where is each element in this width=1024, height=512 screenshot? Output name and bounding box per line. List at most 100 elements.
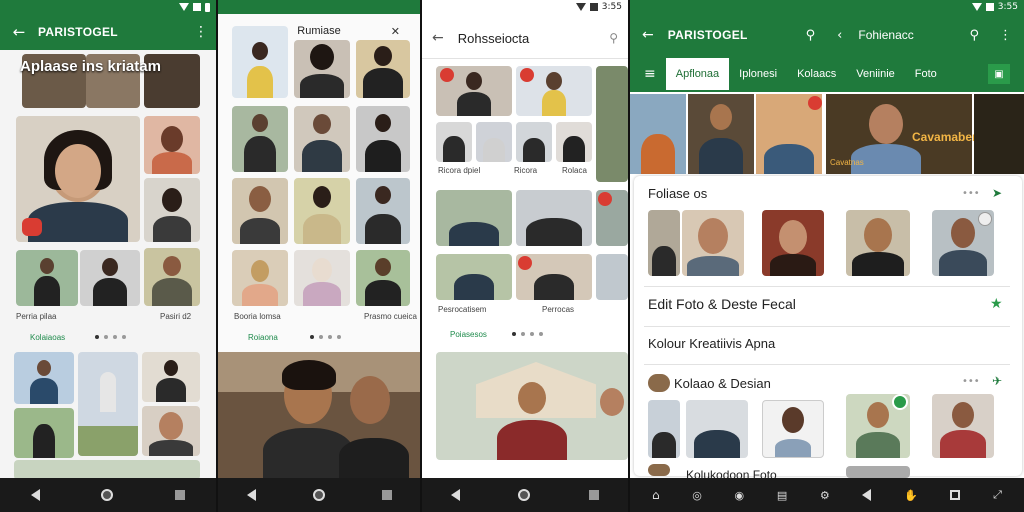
photo-banner[interactable] xyxy=(974,94,1024,174)
heart-badge-icon[interactable] xyxy=(598,192,612,206)
photo-thumb[interactable] xyxy=(294,250,350,306)
more-horiz-icon[interactable]: ••• xyxy=(962,376,980,387)
heart-badge-icon[interactable] xyxy=(808,96,822,110)
more-horiz-icon[interactable]: ••• xyxy=(962,188,980,199)
photo-thumb[interactable] xyxy=(556,122,592,162)
photo-thumb[interactable] xyxy=(516,122,552,162)
photo-thumb[interactable] xyxy=(648,400,680,458)
photo-thumb[interactable] xyxy=(294,40,350,98)
nav-recents-icon[interactable] xyxy=(588,490,599,500)
photo-featured[interactable] xyxy=(436,352,628,460)
heart-badge-icon[interactable] xyxy=(440,68,454,82)
photo-thumb[interactable] xyxy=(682,210,744,276)
gallery-tab-icon[interactable]: ◉ xyxy=(735,489,745,502)
tab-kolaacs[interactable]: Kolaacs xyxy=(787,58,846,90)
back-arrow-icon[interactable]: ← xyxy=(432,30,444,46)
photo-thumb[interactable] xyxy=(648,210,680,276)
photo-thumb[interactable] xyxy=(144,116,200,174)
photo-thumb[interactable] xyxy=(232,250,288,306)
link-more[interactable]: Poiasesos xyxy=(450,330,487,339)
photo-thumb[interactable] xyxy=(232,178,288,244)
nav-recents-icon[interactable] xyxy=(950,490,961,500)
tab-veniinie[interactable]: Veniinie xyxy=(846,58,905,90)
photo-banner[interactable] xyxy=(688,94,754,174)
photo-thumb[interactable] xyxy=(294,178,350,244)
photo-banner[interactable] xyxy=(630,94,686,174)
more-vert-icon[interactable]: ⋮ xyxy=(999,28,1012,43)
tab-iplonesi[interactable]: Iplonesi xyxy=(729,58,787,90)
photo-thumb[interactable] xyxy=(356,106,410,172)
photo-featured[interactable] xyxy=(218,352,420,478)
nav-back-icon[interactable] xyxy=(862,489,872,501)
photo-thumb[interactable] xyxy=(476,122,512,162)
photo-thumb[interactable] xyxy=(356,250,410,306)
select-indicator[interactable] xyxy=(978,212,992,226)
share-icon[interactable]: ✈ xyxy=(992,374,1002,388)
nav-back-icon[interactable] xyxy=(246,489,256,501)
back-arrow-icon[interactable]: ← xyxy=(8,23,30,41)
photo-thumb[interactable] xyxy=(232,26,288,98)
photo-thumb[interactable] xyxy=(14,408,74,458)
nav-recents-icon[interactable] xyxy=(175,490,186,500)
nav-recents-icon[interactable] xyxy=(381,490,392,500)
photo-thumb[interactable] xyxy=(846,466,910,478)
back-arrow-icon[interactable]: ← xyxy=(642,27,654,43)
home-tab-icon[interactable]: ⌂ xyxy=(652,488,660,502)
chevron-left-icon[interactable]: ‹ xyxy=(837,28,842,43)
expand-icon[interactable]: ⤢ xyxy=(993,488,1002,502)
nav-home-icon[interactable] xyxy=(518,489,531,501)
photo-thumb[interactable] xyxy=(78,352,138,456)
photo-thumb[interactable] xyxy=(686,400,748,458)
photo-thumb[interactable] xyxy=(436,190,512,246)
status-strip xyxy=(218,0,420,14)
share-icon[interactable]: ➤ xyxy=(992,186,1002,200)
photo-thumb[interactable] xyxy=(16,250,78,306)
nav-back-icon[interactable] xyxy=(451,489,461,501)
hand-icon[interactable]: ✋ xyxy=(904,489,918,502)
search-icon[interactable]: ⚲ xyxy=(969,28,979,43)
photo-thumb[interactable] xyxy=(144,248,200,306)
heart-badge-icon[interactable] xyxy=(518,256,532,270)
menu-icon[interactable]: ≡ xyxy=(644,66,656,82)
photo-thumb[interactable] xyxy=(356,40,410,98)
menu-row-edit-foto[interactable]: Edit Foto & Deste Fecal xyxy=(648,296,796,312)
camera-tab-icon[interactable]: ◎ xyxy=(692,489,702,502)
photo-thumb[interactable] xyxy=(846,210,910,276)
edit-tab-icon[interactable]: ▤ xyxy=(777,489,787,502)
photo-thumb[interactable] xyxy=(436,122,472,162)
photo-thumb[interactable] xyxy=(356,178,410,244)
photo-thumb[interactable] xyxy=(516,190,592,246)
heart-badge-icon[interactable] xyxy=(22,218,42,236)
search-icon[interactable]: ⚲ xyxy=(609,31,618,45)
link-more[interactable]: Roiaona xyxy=(248,333,278,342)
check-badge-icon[interactable] xyxy=(892,394,908,410)
photo-thumb[interactable] xyxy=(762,210,824,276)
menu-row-kolour[interactable]: Kolour Kreatiivis Apna xyxy=(648,336,775,351)
close-icon[interactable]: ✕ xyxy=(391,25,400,38)
settings-tab-icon[interactable]: ⚙ xyxy=(820,489,830,502)
photo-thumb[interactable] xyxy=(596,66,628,182)
photo-thumb[interactable] xyxy=(596,254,628,300)
nav-home-icon[interactable] xyxy=(312,489,325,501)
photo-thumb[interactable] xyxy=(762,400,824,458)
photo-thumb[interactable] xyxy=(232,106,288,172)
gallery-icon[interactable]: ▣ xyxy=(988,64,1010,84)
photo-thumb[interactable] xyxy=(144,178,200,242)
tab-foto[interactable]: Foto xyxy=(905,58,947,90)
link-more[interactable]: Kolaiaoas xyxy=(30,333,65,342)
photo-thumb[interactable] xyxy=(14,460,200,480)
nav-home-icon[interactable] xyxy=(101,489,114,501)
photo-thumb[interactable] xyxy=(294,106,350,172)
nav-back-icon[interactable] xyxy=(30,489,40,501)
photo-thumb[interactable] xyxy=(142,352,200,402)
heart-badge-icon[interactable] xyxy=(520,68,534,82)
more-vert-icon[interactable]: ⋮ xyxy=(194,24,208,40)
search-icon[interactable]: ⚲ xyxy=(806,28,816,43)
photo-thumb[interactable] xyxy=(14,352,74,404)
photo-thumb[interactable] xyxy=(142,406,200,456)
photo-thumb[interactable] xyxy=(932,394,994,458)
star-icon[interactable]: ★ xyxy=(990,296,1003,312)
tab-apflonaa[interactable]: Apflonaa xyxy=(665,58,730,90)
photo-thumb[interactable] xyxy=(80,250,140,306)
photo-thumb[interactable] xyxy=(436,254,512,300)
